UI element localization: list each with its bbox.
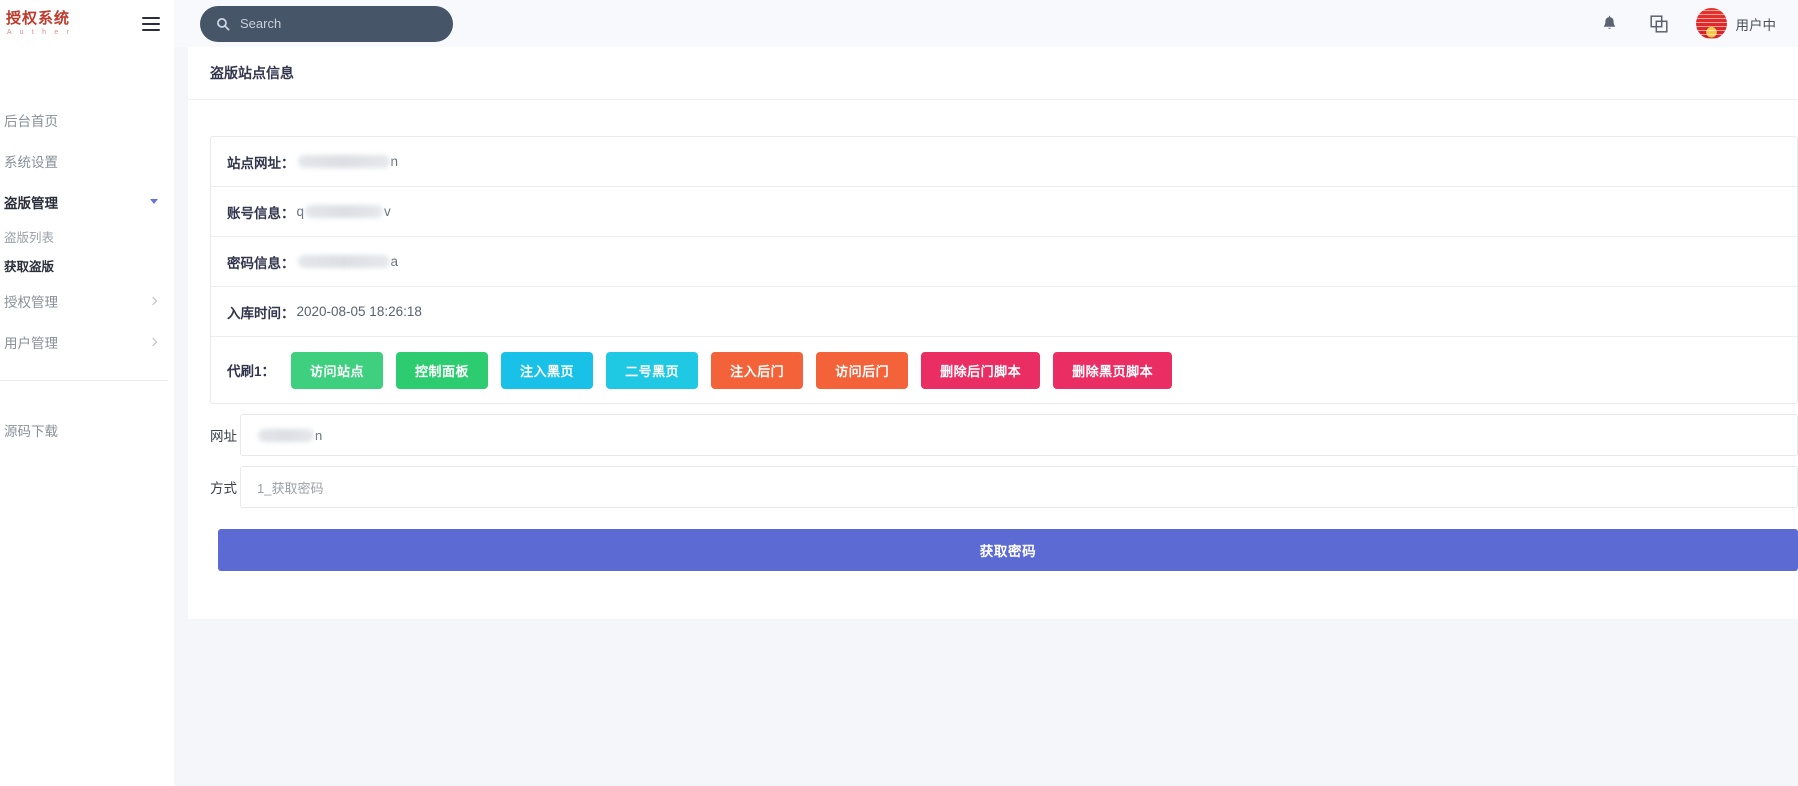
card-footer-space bbox=[210, 571, 1798, 609]
sidebar-nav: 后台首页 系统设置 盗版管理 盗版列表 获取盗版 授权管理 用户管理 源码下载 bbox=[0, 47, 174, 450]
masked-value bbox=[305, 205, 384, 218]
second-blackpage-button[interactable]: 二号黑页 bbox=[606, 351, 699, 389]
inject-blackpage-button[interactable]: 注入黑页 bbox=[501, 351, 594, 389]
method-field-label: 方式 bbox=[210, 481, 237, 496]
info-row-password: 密码信息： a bbox=[211, 237, 1797, 287]
sidebar-item-label: 授权管理 bbox=[4, 294, 58, 310]
sidebar-item-label: 盗版列表 bbox=[4, 231, 55, 245]
value-lead: q bbox=[296, 204, 305, 219]
chevron-right-icon bbox=[148, 296, 158, 305]
bell-icon[interactable] bbox=[1601, 15, 1618, 33]
window-copy-icon[interactable] bbox=[1649, 14, 1668, 33]
sidebar-item-source-download[interactable]: 源码下载 bbox=[0, 409, 174, 450]
main-area: Search 用户中 盗版站点信息 站点网址： n 账号信息： q v 密码信息… bbox=[174, 0, 1798, 786]
chevron-down-icon bbox=[150, 199, 158, 204]
sidebar-item-label: 获取盗版 bbox=[4, 260, 55, 274]
method-form-row: 方式 1_获取密码 bbox=[210, 466, 1798, 508]
delete-backdoor-script-button[interactable]: 删除后门脚本 bbox=[921, 351, 1041, 389]
info-label: 入库时间： bbox=[227, 305, 295, 321]
masked-value bbox=[297, 155, 390, 168]
sidebar-item-label: 源码下载 bbox=[4, 423, 58, 439]
sidebar: 授权系统 A u t h e r 后台首页 系统设置 盗版管理 盗版列表 获取盗… bbox=[0, 0, 174, 786]
search-input[interactable]: Search bbox=[200, 5, 453, 42]
avatar bbox=[1695, 8, 1727, 39]
content-area: 盗版站点信息 站点网址： n 账号信息： q v 密码信息： a 入库时间： 2… bbox=[174, 47, 1798, 786]
info-row-created-time: 入库时间： 2020-08-05 18:26:18 bbox=[211, 287, 1797, 337]
sidebar-item-piracy-list[interactable]: 盗版列表 bbox=[0, 222, 174, 251]
hamburger-menu-icon[interactable] bbox=[142, 16, 160, 31]
sidebar-item-dashboard[interactable]: 后台首页 bbox=[0, 99, 174, 140]
sidebar-item-label: 用户管理 bbox=[4, 335, 58, 351]
info-label: 账号信息： bbox=[227, 205, 295, 221]
info-value-masked: q v bbox=[297, 204, 391, 219]
sidebar-item-license-management[interactable]: 授权管理 bbox=[0, 280, 174, 321]
value-tail: v bbox=[384, 204, 391, 219]
piracy-site-card: 盗版站点信息 站点网址： n 账号信息： q v 密码信息： a 入库时间： 2… bbox=[188, 47, 1798, 619]
value-tail: a bbox=[390, 254, 399, 269]
visit-site-button[interactable]: 访问站点 bbox=[291, 351, 384, 389]
chevron-right-icon bbox=[148, 337, 158, 346]
info-value-time: 2020-08-05 18:26:18 bbox=[296, 304, 422, 319]
url-form-row: 网址 n bbox=[210, 414, 1798, 456]
brand-name-en: A u t h e r bbox=[7, 29, 73, 36]
sidebar-item-label: 盗版管理 bbox=[4, 195, 58, 211]
inject-backdoor-button[interactable]: 注入后门 bbox=[711, 351, 804, 389]
value-tail: n bbox=[315, 427, 323, 443]
user-menu[interactable]: 用户中 bbox=[1695, 8, 1777, 39]
sidebar-header: 授权系统 A u t h e r bbox=[0, 0, 174, 47]
url-input[interactable]: n bbox=[240, 414, 1798, 456]
app-root: 授权系统 A u t h e r 后台首页 系统设置 盗版管理 盗版列表 获取盗… bbox=[0, 0, 1798, 786]
brand-name-cn: 授权系统 bbox=[6, 9, 71, 27]
site-info-list: 站点网址： n 账号信息： q v 密码信息： a 入库时间： 2020-08-… bbox=[210, 136, 1798, 404]
get-password-button[interactable]: 获取密码 bbox=[218, 529, 1798, 571]
card-body: 站点网址： n 账号信息： q v 密码信息： a 入库时间： 2020-08-… bbox=[188, 100, 1798, 609]
brand-logo[interactable]: 授权系统 A u t h e r bbox=[6, 9, 73, 37]
search-placeholder: Search bbox=[240, 16, 282, 31]
sidebar-item-system-settings[interactable]: 系统设置 bbox=[0, 140, 174, 181]
visit-backdoor-button[interactable]: 访问后门 bbox=[816, 351, 909, 389]
sidebar-item-label: 后台首页 bbox=[4, 113, 58, 129]
sidebar-item-fetch-piracy[interactable]: 获取盗版 bbox=[0, 251, 174, 280]
value-tail: n bbox=[390, 154, 399, 169]
sidebar-tail-group: 源码下载 bbox=[0, 381, 174, 450]
info-value-masked: n bbox=[297, 154, 399, 169]
action-row-label: 代刷1： bbox=[227, 364, 276, 379]
sidebar-item-piracy-management[interactable]: 盗版管理 bbox=[0, 181, 174, 222]
info-row-account: 账号信息： q v bbox=[211, 187, 1797, 237]
info-value-masked: a bbox=[297, 254, 399, 269]
user-name-label: 用户中 bbox=[1735, 17, 1777, 33]
action-button-row: 代刷1： 访问站点 控制面板 注入黑页 二号黑页 注入后门 访问后门 删除后门脚… bbox=[211, 337, 1797, 403]
url-field-label: 网址 bbox=[210, 429, 237, 444]
topbar-icons bbox=[1601, 14, 1668, 33]
search-icon bbox=[216, 17, 230, 31]
control-panel-button[interactable]: 控制面板 bbox=[396, 351, 489, 389]
delete-blackpage-script-button[interactable]: 删除黑页脚本 bbox=[1053, 351, 1173, 389]
sidebar-item-user-management[interactable]: 用户管理 bbox=[0, 321, 174, 362]
method-input[interactable]: 1_获取密码 bbox=[240, 466, 1798, 508]
masked-value bbox=[258, 428, 314, 442]
info-row-site-url: 站点网址： n bbox=[211, 137, 1797, 187]
info-label: 密码信息： bbox=[227, 255, 295, 271]
page-title: 盗版站点信息 bbox=[210, 65, 294, 81]
card-header: 盗版站点信息 bbox=[188, 47, 1798, 100]
topbar: Search 用户中 bbox=[174, 0, 1798, 47]
masked-value bbox=[297, 255, 390, 268]
info-label: 站点网址： bbox=[227, 155, 295, 171]
sidebar-item-label: 系统设置 bbox=[4, 154, 58, 170]
